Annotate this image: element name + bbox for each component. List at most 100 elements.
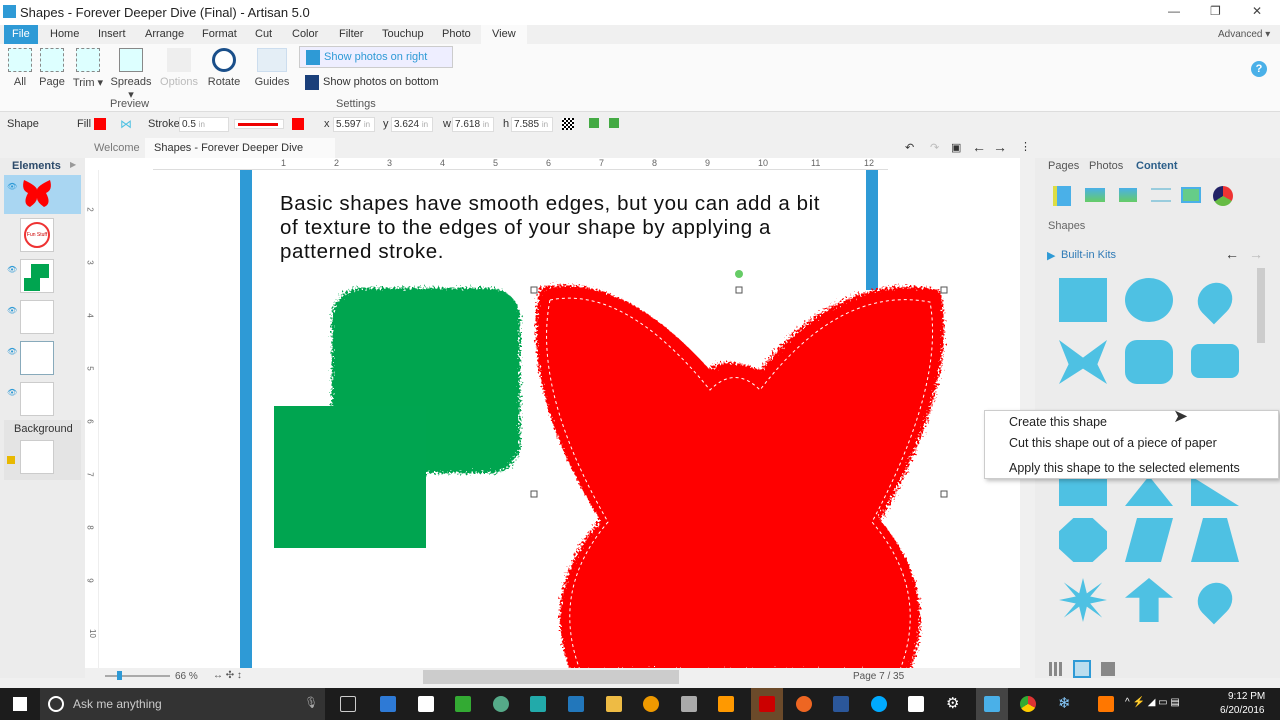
shape-right-triangle[interactable] [1191,476,1239,506]
w-input[interactable]: 7.618 in [452,117,494,132]
zoom-slider[interactable] [105,671,170,680]
background-thumb[interactable] [20,440,54,474]
built-in-kits-label[interactable]: Built-in Kits [1061,249,1116,261]
shape-trapezoid[interactable] [1191,518,1239,562]
visibility-eye-icon[interactable]: 👁 [7,265,17,274]
tab-photos[interactable]: Photos [1089,160,1123,172]
spreads-button[interactable]: Spreads ▾ [108,48,154,101]
skype-icon[interactable] [871,696,887,712]
element-item-text[interactable] [20,382,54,416]
y-input[interactable]: 3.624 in [391,117,433,132]
shape-heart-2[interactable] [1190,575,1240,625]
minimize-button[interactable]: — [1168,4,1180,18]
artisan-taskbar-button[interactable] [976,688,1008,720]
shape-circle[interactable] [1125,278,1173,322]
tab-welcome[interactable]: Welcome [85,138,149,158]
shape-octagon[interactable] [1059,518,1107,562]
tab-format[interactable]: Format [194,25,245,44]
more-icon[interactable]: ⋮ [1020,140,1031,153]
expand-icon[interactable]: ▶ [70,160,76,169]
large-view-icon[interactable] [1101,662,1115,676]
shape-parallelogram[interactable] [1125,518,1173,562]
windows-start-icon[interactable] [13,697,27,711]
tab-insert[interactable]: Insert [90,25,134,44]
stroke-color-button[interactable] [292,118,304,130]
pages-content-icon[interactable] [1053,186,1071,206]
horizontal-scrollbar[interactable] [423,670,679,684]
visibility-eye-icon[interactable]: 👁 [7,388,17,397]
grid-view-icon[interactable] [1049,662,1063,676]
snowflake-icon[interactable]: ❄ [1058,694,1071,712]
shape-butterfly[interactable] [1059,340,1107,384]
pattern-fill-icon[interactable]: ⋈ [120,117,132,131]
shape-starburst[interactable] [1059,578,1107,622]
clock-date[interactable]: 6/20/2016 [1220,705,1265,716]
trim-button[interactable]: Trim ▾ [72,48,104,89]
microphone-icon[interactable]: 🎙 [304,696,318,709]
menu-item-apply-shape[interactable]: Apply this shape to the selected element… [1009,461,1240,475]
dropbox-icon[interactable] [418,696,434,712]
app-icon[interactable] [718,696,734,712]
tab-photo[interactable]: Photo [434,25,479,44]
stroke-width-input[interactable]: 0.5 in [179,117,229,132]
tab-filter[interactable]: Filter [331,25,371,44]
next-arrow-icon[interactable]: → [1249,246,1263,262]
shape-heart[interactable] [1190,275,1240,325]
undo-icon[interactable]: ↶ [905,141,914,154]
rotate-button[interactable]: Rotate [206,48,242,88]
chrome-icon[interactable] [1020,696,1036,712]
notification-app-icon[interactable] [1098,696,1114,712]
tab-cut[interactable]: Cut [247,25,280,44]
rotate-handle[interactable] [735,270,743,278]
acrobat-taskbar-button[interactable] [751,688,783,720]
app-icon[interactable] [530,696,546,712]
tab-view[interactable]: View [481,25,527,44]
embellishments-icon[interactable] [1119,188,1137,202]
medium-view-icon[interactable] [1073,660,1091,678]
green-square-shape[interactable] [274,406,426,548]
shape-triangle[interactable] [1125,476,1173,506]
preview-page-button[interactable]: Page [38,48,66,88]
element-item-line[interactable] [20,300,54,334]
guides-button[interactable]: Guides [254,48,290,88]
firefox-icon[interactable] [796,696,812,712]
x-input[interactable]: 5.597 in [333,117,375,132]
app-icon[interactable] [380,696,396,712]
clock-time[interactable]: 9:12 PM [1228,691,1265,702]
stroke-style-dropdown[interactable] [234,119,284,129]
show-photos-bottom-button[interactable]: Show photos on bottom [299,72,453,94]
tab-color[interactable]: Color [284,25,326,44]
show-photos-right-button[interactable]: Show photos on right [299,46,453,68]
task-view-icon[interactable] [340,696,356,712]
app-icon[interactable] [681,696,697,712]
back-arrow-icon[interactable]: ← [972,139,986,155]
lines-icon[interactable] [1151,188,1171,202]
butterfly-shape[interactable] [536,285,944,670]
mail-icon[interactable] [908,696,924,712]
bring-forward-icon[interactable] [589,118,599,128]
lock-icon[interactable] [7,456,15,464]
app-icon[interactable] [493,696,509,712]
advanced-dropdown[interactable]: Advanced ▾ [1210,25,1278,44]
word-icon[interactable] [833,696,849,712]
system-tray-icons[interactable]: ^ ⚡ ◢ ▭ ▤ [1125,697,1180,708]
tab-arrange[interactable]: Arrange [137,25,192,44]
menu-item-create-shape[interactable]: Create this shape [1009,415,1107,429]
element-item-green[interactable] [20,259,54,293]
visibility-eye-icon[interactable]: 👁 [7,347,17,356]
visibility-eye-icon[interactable]: 👁 [7,306,17,315]
fill-color-button[interactable] [94,118,106,130]
shapes-scrollbar[interactable] [1257,268,1265,343]
app-icon[interactable] [568,696,584,712]
shape-rounded-rect[interactable] [1191,344,1239,378]
fit-icons[interactable]: ↔ ✣ ↕ [213,670,242,681]
redo-icon[interactable]: ↷ [930,141,939,154]
tab-shapes-doc[interactable]: Shapes - Forever Deeper Dive (Fi...✕ [145,138,335,174]
settings-gear-icon[interactable]: ⚙ [946,694,959,712]
element-item-fun-stuff[interactable]: Fun Stuff [20,218,54,252]
tab-content[interactable]: Content [1136,160,1178,172]
close-button[interactable]: ✕ [1252,4,1262,18]
save-icon[interactable]: ▣ [951,141,961,154]
help-button[interactable]: ? [1251,61,1267,77]
tab-home[interactable]: Home [42,25,87,44]
